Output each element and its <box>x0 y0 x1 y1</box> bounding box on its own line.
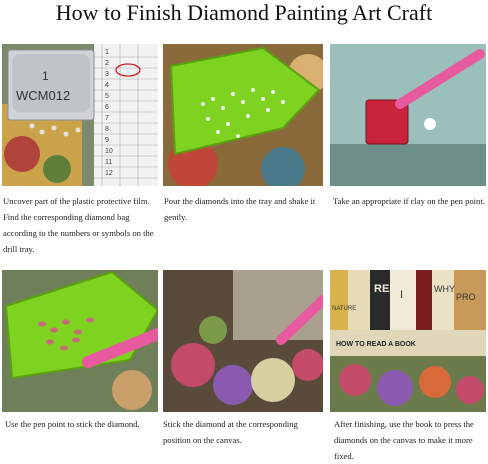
spine-text: WHY <box>434 284 455 294</box>
spine-text: PRO <box>456 292 476 302</box>
step-5-photo <box>163 270 323 412</box>
chart-row-number: 2 <box>105 60 109 67</box>
chart-row-number: 5 <box>105 93 109 100</box>
chart-row-number: 8 <box>105 126 109 133</box>
chart-row-number: 12 <box>105 170 113 177</box>
chart-row-number: 11 <box>105 159 112 166</box>
book-title: HOW TO READ A BOOK <box>336 341 416 348</box>
step-1-photo: 1 2 3 4 5 6 7 8 9 10 11 12 1 WCM012 <box>2 44 158 186</box>
chart-row-number: 10 <box>105 148 113 155</box>
bag-code: WCM012 <box>16 88 70 103</box>
step-2-caption: Pour the diamonds into the tray and shak… <box>164 196 316 222</box>
step-4-photo <box>2 270 158 412</box>
step-4-caption: Use the pen point to stick the diamond. <box>5 419 140 429</box>
chart-row-number: 1 <box>105 49 109 56</box>
spine-text: REA <box>374 283 397 295</box>
spine-text: NATURE <box>332 306 356 312</box>
chart-row-number: 6 <box>105 104 109 111</box>
chart-row-number: 7 <box>105 115 109 122</box>
bag-number: 1 <box>42 69 49 83</box>
step-6-caption: After finishing, use the book to press t… <box>334 419 474 461</box>
chart-row-number: 4 <box>105 82 109 89</box>
step-3-photo <box>330 44 486 186</box>
chart-row-number: 3 <box>105 71 109 78</box>
chart-row-number: 9 <box>105 137 109 144</box>
step-3-caption: Take an appropriate if clay on the pen p… <box>333 196 485 206</box>
step-5-caption: Stick the diamond at the corresponding p… <box>163 419 298 445</box>
spine-text: I <box>400 289 403 301</box>
step-1-caption: Uncover part of the plastic protective f… <box>3 196 154 254</box>
page-title: How to Finish Diamond Painting Art Craft <box>55 0 433 25</box>
step-6-photo: REA I WHY PRO NATURE HOW TO READ A BOOK <box>330 270 486 412</box>
step-2-photo <box>163 44 323 186</box>
